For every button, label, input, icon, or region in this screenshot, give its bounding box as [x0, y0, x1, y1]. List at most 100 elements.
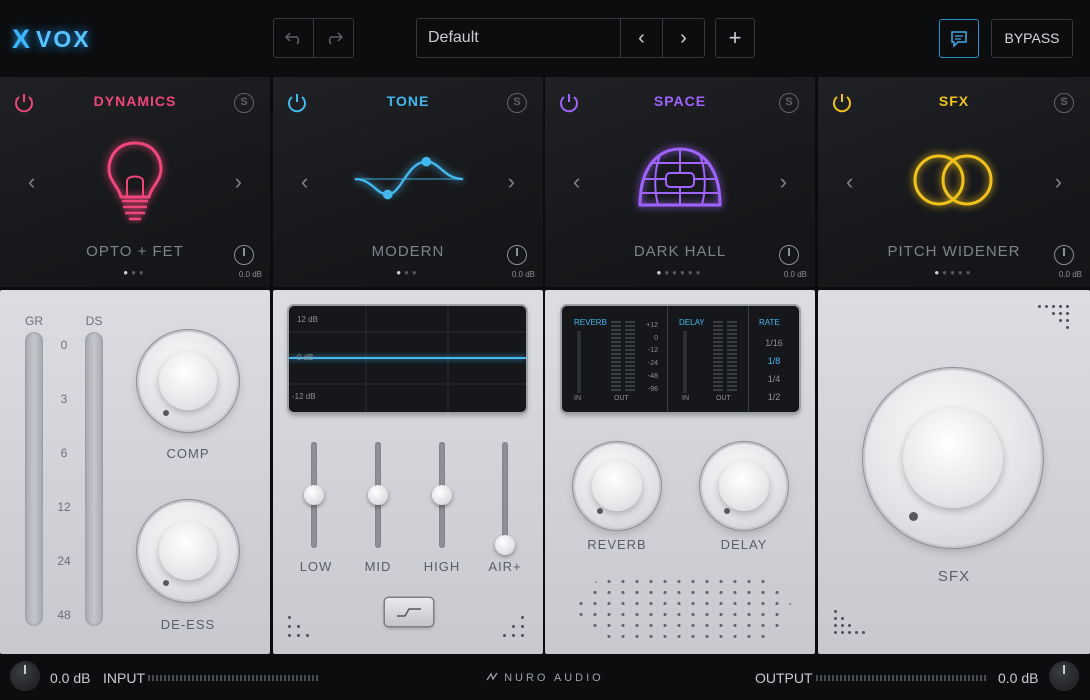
output-level-knob[interactable] [507, 245, 527, 265]
chevron-left-icon: ‹ [638, 26, 645, 49]
input-meter [148, 675, 318, 681]
comp-knob[interactable] [139, 332, 237, 430]
redo-button[interactable] [314, 19, 353, 57]
reverb-in-label: IN [574, 395, 581, 402]
module-tone: TONE S ‹ › MODERN ●●● 0.0 dB [273, 77, 543, 287]
module-title: SPACE [653, 93, 707, 109]
comp-label: COMP [166, 446, 210, 461]
logo-text: VOX [36, 25, 91, 52]
air-fader[interactable] [495, 442, 515, 555]
output-level-value: 0.0 dB [1058, 270, 1082, 279]
add-preset-button[interactable]: + [715, 18, 755, 58]
preset-name[interactable]: Default [417, 19, 620, 57]
chat-icon [951, 30, 967, 48]
module-dynamics: DYNAMICS S ‹ › OPTO + FET ●●● 0.0 dB [0, 77, 270, 287]
output-label: OUTPUT [755, 670, 813, 686]
mid-fader[interactable] [368, 442, 388, 548]
delay-knob[interactable] [702, 444, 786, 528]
scale-tick: 12 [57, 500, 71, 514]
logo-x-icon: X [12, 23, 31, 54]
sfx-knob[interactable] [865, 370, 1041, 546]
preset-selector: Default ‹ › [416, 18, 705, 58]
gain-reduction-meter [25, 332, 43, 626]
solo-button[interactable]: S [234, 93, 254, 113]
next-preset-button[interactable]: › [780, 169, 787, 195]
next-preset-button[interactable]: › [508, 169, 515, 195]
fader-thumb[interactable] [368, 485, 388, 505]
de-ess-knob[interactable] [139, 502, 237, 600]
delay-display-title: DELAY [679, 318, 705, 327]
rate-option[interactable]: 1/16 [763, 334, 785, 352]
redo-icon [328, 32, 343, 45]
prev-preset-button[interactable]: ‹ [846, 169, 853, 195]
undo-icon [284, 32, 299, 45]
scale-tick: 6 [60, 446, 68, 460]
bypass-button[interactable]: BYPASS [991, 19, 1073, 58]
page-dots: ●●●●●● [656, 268, 704, 277]
gr-label: GR [25, 314, 43, 328]
level-scale: +12 0 -12 -24 -48 -96 [646, 322, 658, 393]
fader-thumb[interactable] [304, 485, 324, 505]
next-preset-button[interactable]: › [235, 169, 242, 195]
chevron-right-icon: › [680, 26, 687, 49]
high-fader[interactable] [432, 442, 452, 548]
output-level-value: 0.0 dB [783, 270, 807, 279]
low-fader[interactable] [304, 442, 324, 548]
fader-thumb[interactable] [432, 485, 452, 505]
logo: X VOX [12, 24, 91, 54]
reverb-label: REVERB [587, 537, 647, 552]
ds-label: DS [85, 314, 103, 328]
delay-out-label: OUT [716, 395, 731, 402]
prev-preset-button[interactable]: ‹ [620, 19, 662, 57]
filter-shape-button[interactable] [385, 598, 433, 626]
solo-button[interactable]: S [507, 93, 527, 113]
output-gain-knob[interactable] [1050, 662, 1078, 690]
input-label: INPUT [103, 670, 145, 686]
undo-button[interactable] [274, 19, 314, 57]
reverb-out-label: OUT [614, 395, 629, 402]
output-level-value: 0.0 dB [238, 270, 262, 279]
output-level-knob[interactable] [1054, 245, 1074, 265]
reverb-knob[interactable] [575, 444, 659, 528]
speaker-grille-right [503, 616, 524, 637]
module-preset-name: MODERN [371, 243, 445, 260]
fader-thumb[interactable] [495, 535, 515, 555]
output-level-knob[interactable] [234, 245, 254, 265]
module-title: TONE [386, 93, 430, 109]
next-preset-button[interactable]: › [1055, 169, 1062, 195]
output-level-knob[interactable] [779, 245, 799, 265]
speaker-grille-bottom-left [834, 610, 865, 634]
reverb-display-title: REVERB [574, 318, 607, 327]
plus-icon: + [728, 25, 742, 50]
eq-grid [289, 306, 526, 412]
eq-display: 12 dB 0 dB -12 dB [289, 306, 526, 412]
solo-button[interactable]: S [779, 93, 799, 113]
lightbulb-icon [107, 141, 163, 221]
feedback-button[interactable] [939, 19, 979, 58]
fader-label: MID [364, 559, 392, 574]
de-ess-meter [85, 332, 103, 626]
output-gain-value: 0.0 dB [998, 670, 1039, 686]
delay-label: DELAY [720, 537, 768, 552]
rate-option-selected[interactable]: 1/8 [763, 352, 785, 370]
rate-display-title: RATE [759, 318, 780, 327]
module-preset-name: DARK HALL [633, 243, 727, 260]
rate-option[interactable]: 1/2 [763, 388, 785, 406]
module-space: SPACE S ‹ › DARK HALL ●●●●●● 0.0 dB [545, 77, 815, 287]
input-gain-knob[interactable] [11, 662, 39, 690]
module-title: DYNAMICS [93, 93, 177, 109]
scale-tick: 24 [57, 554, 71, 568]
prev-preset-button[interactable]: ‹ [573, 169, 580, 195]
eq-label-bottom: -12 dB [292, 392, 316, 401]
brand: NURO AUDIO [486, 672, 604, 684]
rate-option[interactable]: 1/4 [763, 370, 785, 388]
module-sfx: SFX S ‹ › PITCH WIDENER ●●●●● 0.0 dB [818, 77, 1090, 287]
next-preset-button[interactable]: › [662, 19, 704, 57]
prev-preset-button[interactable]: ‹ [301, 169, 308, 195]
solo-button[interactable]: S [1054, 93, 1074, 113]
module-title: SFX [938, 93, 970, 109]
module-preset-name: PITCH WIDENER [887, 243, 1021, 260]
prev-preset-button[interactable]: ‹ [28, 169, 35, 195]
sfx-label: SFX [937, 568, 971, 585]
rate-list[interactable]: 1/16 1/8 1/4 1/2 [763, 334, 785, 406]
